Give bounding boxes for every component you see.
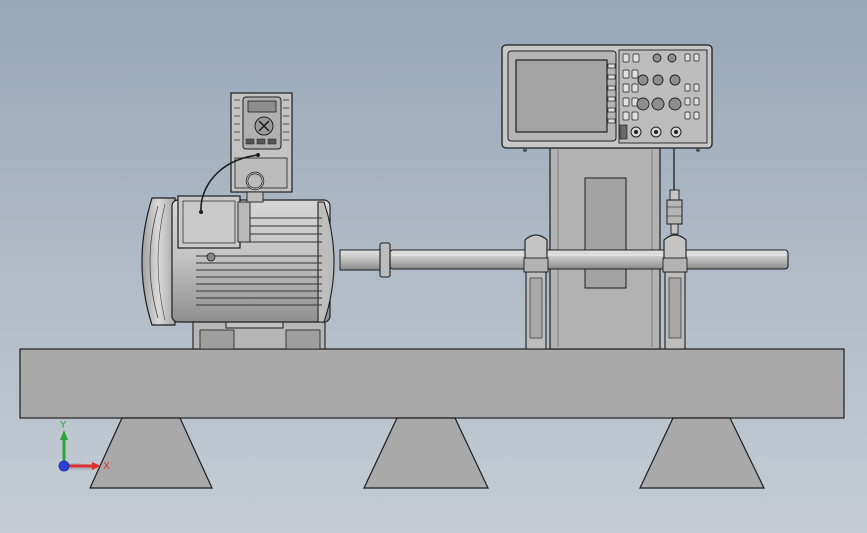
base-leg-center (363, 417, 489, 489)
rotor-shaft[interactable] (389, 249, 789, 270)
bearing-support-left[interactable] (523, 234, 549, 350)
instrument-stand[interactable] (549, 147, 661, 350)
inverter-key-1[interactable] (245, 138, 255, 145)
inverter-key-3[interactable] (267, 138, 277, 145)
inverter-key-2[interactable] (256, 138, 266, 145)
orientation-triad[interactable]: Y X (58, 420, 110, 472)
oscilloscope-screen (515, 59, 608, 133)
cable-gland (206, 252, 216, 262)
terminal-box[interactable] (177, 195, 241, 249)
base-leg-left (89, 417, 213, 489)
base-leg-right (639, 417, 765, 489)
assembly-model[interactable]: Y X (0, 0, 867, 533)
inverter-display (247, 100, 277, 113)
shaft-coupling[interactable] (379, 242, 391, 278)
cad-viewport[interactable]: Y X (0, 0, 867, 533)
oscilloscope[interactable] (501, 44, 713, 152)
z-axis-point (58, 460, 70, 472)
x-axis-label: X (103, 461, 110, 472)
vibration-sensor[interactable] (666, 145, 683, 235)
electric-motor[interactable] (141, 195, 335, 326)
base-frame[interactable] (19, 348, 845, 489)
power-switch[interactable] (619, 124, 628, 140)
y-axis-label: Y (59, 420, 67, 431)
bearing-support-right[interactable] (662, 234, 688, 350)
